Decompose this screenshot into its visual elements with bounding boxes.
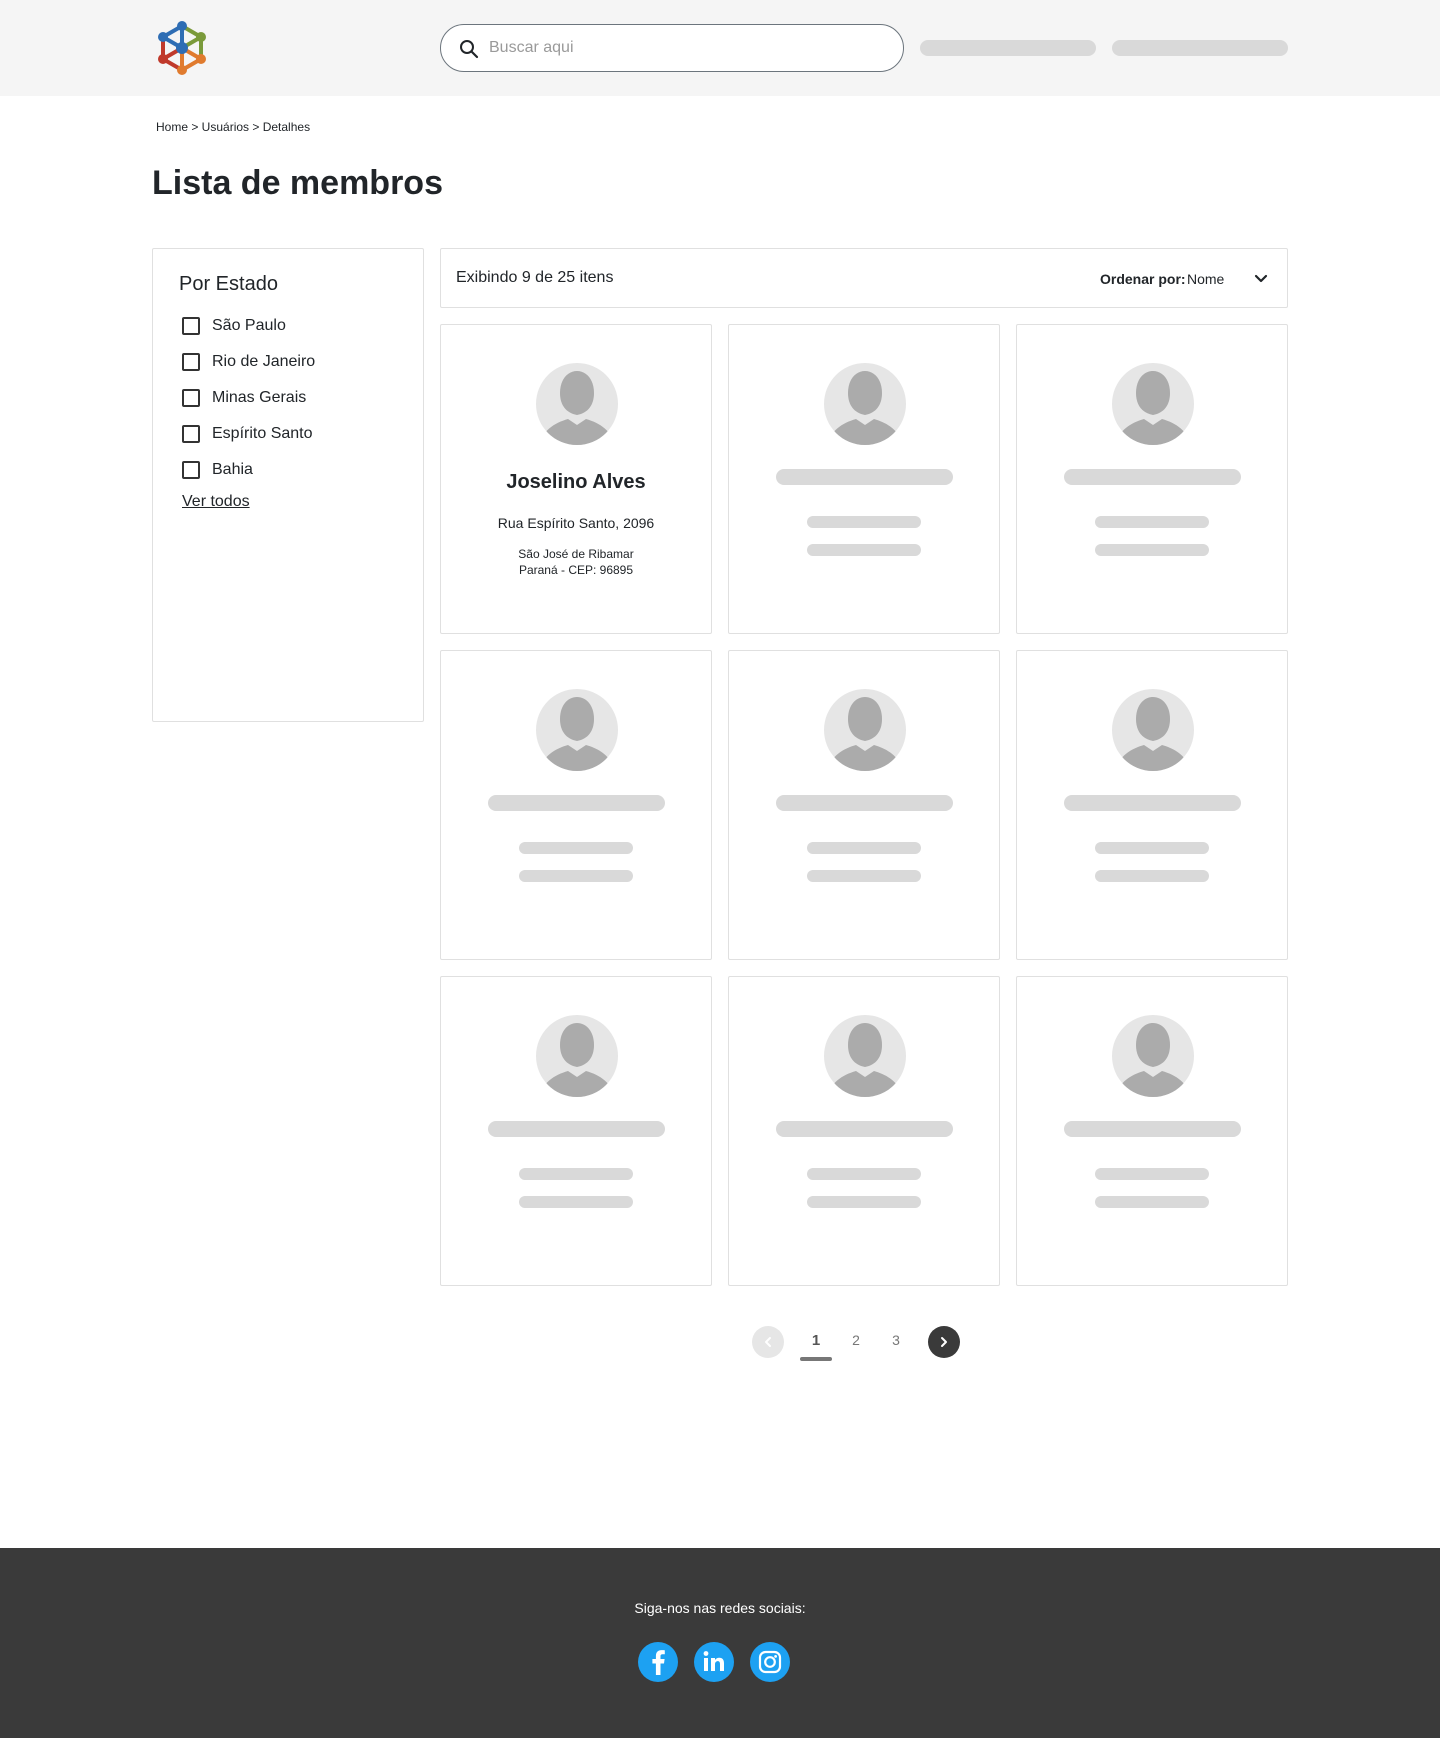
results-toolbar: Exibindo 9 de 25 itens Ordenar por: Nome [440, 248, 1288, 308]
avatar-icon [536, 363, 618, 445]
skeleton-name [1064, 795, 1241, 811]
skeleton-name [776, 1121, 953, 1137]
page-title: Lista de membros [152, 164, 443, 202]
skeleton-line [519, 870, 633, 882]
skeleton-line [807, 842, 921, 854]
linkedin-button[interactable] [694, 1642, 734, 1682]
filter-option-label: Bahia [212, 461, 253, 478]
page-2-button[interactable]: 2 [840, 1332, 872, 1348]
filter-option-espirito-santo[interactable]: Espírito Santo [182, 423, 313, 445]
member-card-loading[interactable] [728, 976, 1000, 1286]
member-state-cep: Paraná - CEP: 96895 [518, 563, 634, 577]
skeleton-line [519, 1196, 633, 1208]
sort-select[interactable]: Nome [1187, 271, 1224, 287]
search-icon[interactable] [457, 37, 481, 61]
checkbox[interactable] [182, 461, 200, 479]
avatar-icon [824, 363, 906, 445]
skeleton-line [807, 544, 921, 556]
skeleton-name [776, 795, 953, 811]
skeleton-name [1064, 469, 1241, 485]
filter-option-label: Minas Gerais [212, 389, 307, 406]
results-count: Exibindo 9 de 25 itens [456, 269, 614, 286]
chevron-left-icon [765, 1337, 771, 1347]
filter-option-rio-de-janeiro[interactable]: Rio de Janeiro [182, 351, 315, 373]
prev-page-button[interactable] [752, 1326, 784, 1358]
member-card-loading[interactable] [1016, 650, 1288, 960]
skeleton-line [807, 1196, 921, 1208]
sort-label: Ordenar por: [1100, 271, 1186, 287]
filter-option-label: Espírito Santo [212, 425, 313, 442]
skeleton-name [488, 795, 665, 811]
filter-option-label: São Paulo [212, 317, 286, 334]
avatar-icon [1112, 1015, 1194, 1097]
skeleton-line [807, 1168, 921, 1180]
molecule-logo-icon[interactable] [152, 18, 212, 78]
skeleton-line [807, 870, 921, 882]
facebook-icon [652, 1650, 665, 1675]
search-input[interactable] [489, 33, 889, 63]
checkbox[interactable] [182, 425, 200, 443]
avatar-icon [536, 1015, 618, 1097]
skeleton-line [807, 516, 921, 528]
avatar-icon [1112, 689, 1194, 771]
filter-option-label: Rio de Janeiro [212, 353, 316, 370]
filter-panel: Por Estado São Paulo Rio de Janeiro Mina… [152, 248, 424, 722]
skeleton-name [488, 1121, 665, 1137]
filter-title: Por Estado [179, 273, 278, 295]
next-page-button[interactable] [928, 1326, 960, 1358]
skeleton-line [1095, 1196, 1209, 1208]
skeleton-line [1095, 842, 1209, 854]
member-card-loading[interactable] [1016, 324, 1288, 634]
skeleton-line [1095, 516, 1209, 528]
skeleton-line [519, 842, 633, 854]
member-card-loading[interactable] [1016, 976, 1288, 1286]
page-1-button[interactable]: 1 [800, 1332, 832, 1349]
follow-us-text: Siga-nos nas redes sociais: [634, 1600, 806, 1616]
header-nav-placeholder[interactable] [920, 40, 1096, 56]
skeleton-line [1095, 1168, 1209, 1180]
member-card-loading[interactable] [440, 976, 712, 1286]
checkbox[interactable] [182, 353, 200, 371]
filter-option-bahia[interactable]: Bahia [182, 459, 253, 481]
checkbox[interactable] [182, 389, 200, 407]
current-page-indicator [800, 1357, 832, 1361]
chevron-right-icon [941, 1337, 947, 1347]
member-name: Joselino Alves [506, 471, 646, 493]
footer: Siga-nos nas redes sociais: [0, 1548, 1440, 1738]
instagram-button[interactable] [750, 1642, 790, 1682]
breadcrumb[interactable]: Home > Usuários > Detalhes [156, 120, 310, 134]
facebook-button[interactable] [638, 1642, 678, 1682]
skeleton-line [1095, 870, 1209, 882]
header [0, 0, 1440, 96]
instagram-icon [758, 1650, 782, 1674]
header-nav-placeholder[interactable] [1112, 40, 1288, 56]
skeleton-line [1095, 544, 1209, 556]
member-card-loading[interactable] [728, 650, 1000, 960]
filter-option-sao-paulo[interactable]: São Paulo [182, 315, 286, 337]
search-box[interactable] [440, 24, 904, 72]
skeleton-line [519, 1168, 633, 1180]
filter-option-minas-gerais[interactable]: Minas Gerais [182, 387, 306, 409]
member-card-loading[interactable] [728, 324, 1000, 634]
member-card[interactable]: Joselino Alves Rua Espírito Santo, 2096 … [440, 324, 712, 634]
chevron-down-icon[interactable] [1253, 271, 1269, 287]
avatar-icon [536, 689, 618, 771]
linkedin-icon [703, 1651, 724, 1671]
member-card-loading[interactable] [440, 650, 712, 960]
page-3-button[interactable]: 3 [880, 1332, 912, 1348]
see-all-link[interactable]: Ver todos [182, 493, 250, 511]
skeleton-name [776, 469, 953, 485]
skeleton-name [1064, 1121, 1241, 1137]
checkbox[interactable] [182, 317, 200, 335]
member-street: Rua Espírito Santo, 2096 [497, 515, 655, 531]
member-city: São José de Ribamar [518, 547, 634, 561]
avatar-icon [824, 1015, 906, 1097]
avatar-icon [824, 689, 906, 771]
avatar-icon [1112, 363, 1194, 445]
